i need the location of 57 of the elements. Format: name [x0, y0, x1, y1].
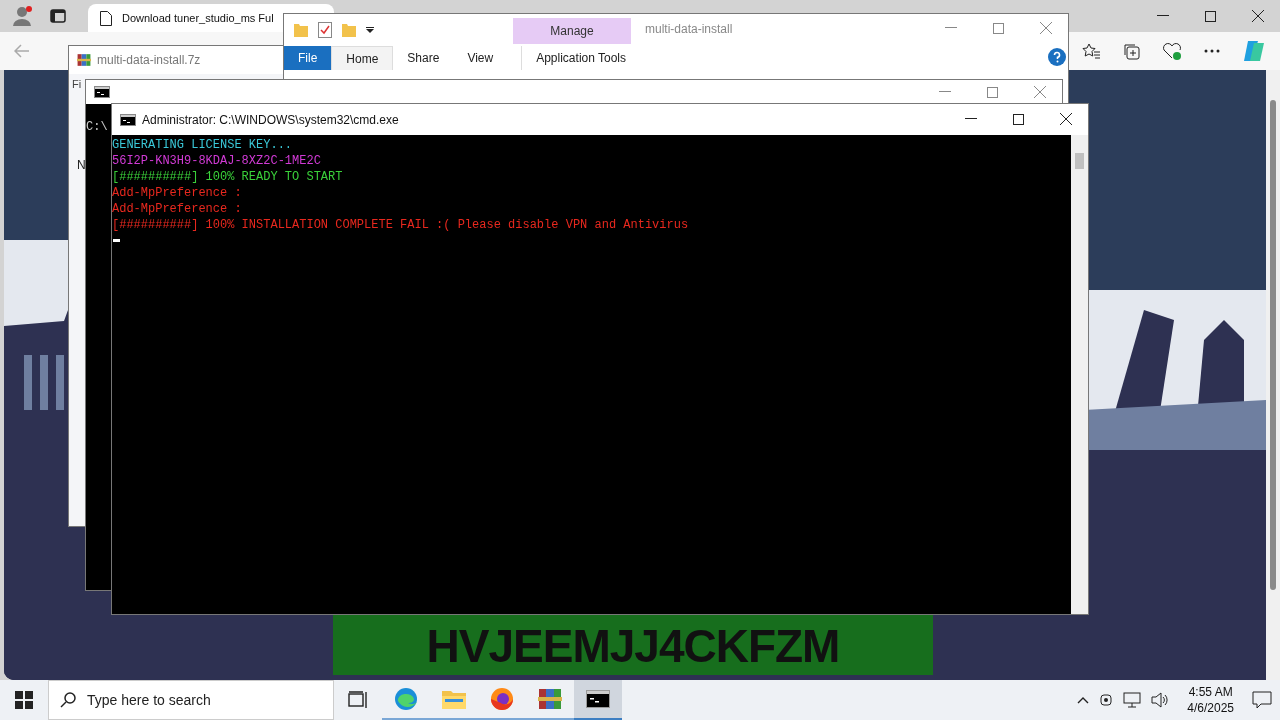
- properties-icon[interactable]: [318, 22, 332, 38]
- minimize-icon[interactable]: [1157, 15, 1169, 17]
- folder-icon: [442, 689, 466, 709]
- console-icon: [586, 690, 610, 708]
- start-icon[interactable]: [15, 691, 33, 709]
- banner-code: HVJEEMJJ4CKFZM: [426, 623, 840, 669]
- taskbar-app[interactable]: [574, 680, 622, 720]
- network-icon[interactable]: [1123, 692, 1142, 708]
- favorites-icon[interactable]: [1082, 43, 1100, 59]
- maximize-icon[interactable]: [1013, 113, 1024, 125]
- scrollbar[interactable]: [1071, 135, 1088, 614]
- window-title: Administrator: C:\WINDOWS\system32\cmd.exe: [142, 112, 399, 127]
- tab-actions-icon[interactable]: [50, 9, 66, 23]
- window-title: multi-data-install.7z: [97, 53, 201, 67]
- menu-item[interactable]: Fi: [72, 78, 82, 90]
- column-header[interactable]: N: [77, 158, 86, 172]
- search-field[interactable]: Type here to search: [48, 680, 334, 720]
- ribbon-tab[interactable]: File: [284, 46, 332, 70]
- console-line: GENERATING LICENSE KEY...: [112, 137, 293, 153]
- close-icon[interactable]: [1252, 10, 1264, 22]
- profile-icon[interactable]: [12, 5, 34, 27]
- clock-date[interactable]: 4/6/2025: [1187, 700, 1234, 716]
- console-text: C:\: [86, 120, 108, 134]
- help-icon[interactable]: [1048, 48, 1066, 66]
- more-icon[interactable]: [1204, 49, 1220, 53]
- ribbon-tab[interactable]: View: [453, 46, 508, 70]
- ribbon-tab[interactable]: Share: [393, 46, 454, 70]
- books-icon: [77, 53, 91, 67]
- health-icon[interactable]: [1162, 42, 1182, 60]
- minimize-icon[interactable]: [965, 118, 977, 120]
- books-icon: [538, 687, 562, 711]
- copilot-icon[interactable]: [1242, 39, 1266, 63]
- console-icon: [120, 113, 136, 126]
- maximize-icon[interactable]: [1205, 10, 1216, 22]
- device-icon[interactable]: [1099, 692, 1114, 708]
- context-tab-header: Manage: [513, 18, 631, 44]
- volume-icon[interactable]: [1151, 692, 1170, 708]
- window-title: multi-data-install: [645, 22, 733, 36]
- scrollbar[interactable]: [1266, 70, 1280, 680]
- notifications-icon[interactable]: [1252, 691, 1272, 709]
- console-line: [##########] 100% READY TO START: [112, 169, 343, 185]
- browser-icon: [394, 687, 418, 711]
- console-line: Add-MpPreference :: [112, 185, 242, 201]
- page-icon: [100, 10, 112, 26]
- clock-time[interactable]: 4:55 AM: [1188, 684, 1233, 700]
- ribbon-tab[interactable]: Home: [331, 46, 394, 70]
- chevron-up-icon[interactable]: [1077, 696, 1090, 704]
- search-icon: [60, 692, 76, 708]
- dropdown-icon[interactable]: [366, 27, 374, 33]
- console-line: 56I2P-KN3H9-8KDAJ-8XZ2C-1ME2C: [112, 153, 321, 169]
- console-icon: [94, 86, 110, 98]
- close-icon[interactable]: [1060, 113, 1072, 125]
- console-line: [##########] 100% INSTALLATION COMPLETE FAIL :( Please disable VPN and Antivirus: [112, 217, 689, 233]
- task-view-icon[interactable]: [348, 691, 368, 709]
- console-line: Add-MpPreference :: [112, 201, 242, 217]
- firefox-icon: [490, 687, 514, 711]
- collections-icon[interactable]: [1122, 42, 1140, 60]
